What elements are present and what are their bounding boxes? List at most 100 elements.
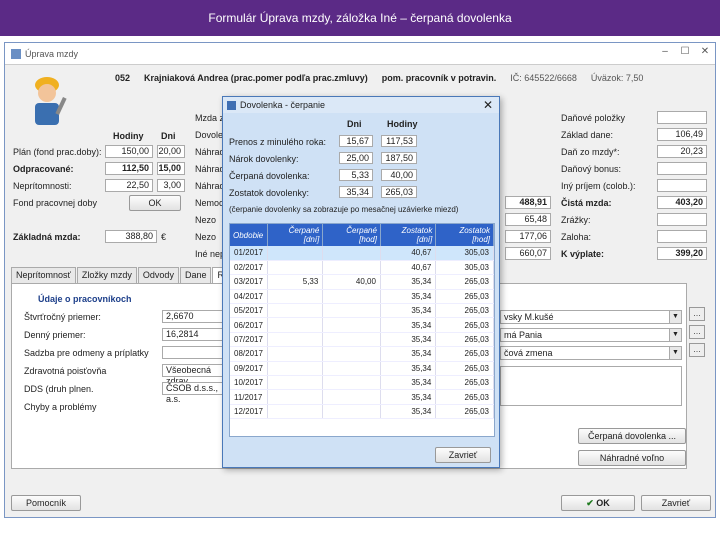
zakladna-value[interactable]: 388,80 xyxy=(105,230,157,243)
dialog-row-dni[interactable]: 5,33 xyxy=(339,169,373,181)
right-value[interactable] xyxy=(657,111,707,124)
middle-label: Nemoc xyxy=(195,198,224,208)
right-value[interactable]: 106,49 xyxy=(657,128,707,141)
notes-area[interactable] xyxy=(500,366,682,406)
middle-value[interactable]: 488,91 xyxy=(505,196,551,209)
table-cell: 12/2017 xyxy=(230,404,268,420)
right-dropdown[interactable]: čová zmena ▼ xyxy=(500,346,682,360)
close-icon[interactable]: ✕ xyxy=(699,46,711,58)
middle-label: Nezo xyxy=(195,232,217,242)
cerpana-dovolenka-button[interactable]: Čerpaná dovolenka ... xyxy=(578,428,686,444)
plan-hours[interactable]: 150,00 xyxy=(105,145,153,158)
grid-header[interactable]: Zostatok [hod] xyxy=(435,224,494,246)
grid-header[interactable]: Zostatok [dní] xyxy=(380,224,437,246)
middle-label: Náhrad xyxy=(195,164,225,174)
more-button[interactable]: … xyxy=(689,325,705,339)
tab-dane[interactable]: Dane xyxy=(179,267,212,283)
right-value[interactable]: 403,20 xyxy=(657,196,707,209)
right-value[interactable]: 20,23 xyxy=(657,145,707,158)
table-row[interactable]: 01/2017 40,67 305,03 xyxy=(230,246,494,261)
more-button[interactable]: … xyxy=(689,307,705,321)
right-value[interactable] xyxy=(657,213,707,226)
table-cell xyxy=(322,361,381,377)
fond-ok-button[interactable]: OK xyxy=(129,195,181,211)
nahradne-volno-button[interactable]: Náhradné voľno xyxy=(578,450,686,466)
stvrtrocny-field[interactable]: 2,6670 xyxy=(162,310,224,323)
dialog-row-dni[interactable]: 25,00 xyxy=(339,152,373,164)
right-value[interactable] xyxy=(657,162,707,175)
right-label: Základ dane: xyxy=(561,130,614,140)
tab-zlozky-mzdy[interactable]: Zložky mzdy xyxy=(76,267,137,283)
table-row[interactable]: 08/2017 35,34 265,03 xyxy=(230,346,494,362)
right-value[interactable] xyxy=(657,179,707,192)
right-dropdown[interactable]: vsky M.kušé ▼ xyxy=(500,310,682,324)
table-row[interactable]: 12/2017 35,34 265,03 xyxy=(230,404,494,420)
dialog-note: (čerpanie dovolenky sa zobrazuje po mesa… xyxy=(229,205,459,214)
ic-label: IČ: xyxy=(510,73,522,83)
right-value[interactable] xyxy=(657,230,707,243)
dni-header: Dni xyxy=(161,131,176,141)
chevron-down-icon: ▼ xyxy=(669,347,681,359)
middle-value[interactable]: 177,06 xyxy=(505,230,551,243)
table-row[interactable]: 04/2017 35,34 265,03 xyxy=(230,289,494,305)
col-hodiny-header: Hodiny xyxy=(387,119,418,129)
right-dropdown[interactable]: má Pania ▼ xyxy=(500,328,682,342)
table-cell: 07/2017 xyxy=(230,332,268,348)
table-row[interactable]: 11/2017 35,34 265,03 xyxy=(230,389,494,405)
dialog-row-hodiny[interactable]: 187,50 xyxy=(381,152,417,164)
dialog-close-button[interactable]: Zavrieť xyxy=(435,447,491,463)
close-button[interactable]: Zavrieť xyxy=(641,495,711,511)
odpracovane-hours[interactable]: 112,50 xyxy=(105,162,153,175)
grid-header[interactable]: Čerpané [dní] xyxy=(267,224,324,246)
currency-label: € xyxy=(161,232,167,242)
nepritomnosti-hours[interactable]: 22,50 xyxy=(105,179,153,192)
dialog-row-hodiny[interactable]: 40,00 xyxy=(381,169,417,181)
dialog-row-dni[interactable]: 15,67 xyxy=(339,135,373,147)
table-row[interactable]: 05/2017 35,34 265,03 xyxy=(230,303,494,319)
maximize-icon[interactable]: ☐ xyxy=(679,46,691,58)
table-cell xyxy=(267,260,324,276)
tab-nepritomnost[interactable]: Neprítomnosť xyxy=(11,267,76,283)
help-button[interactable]: Pomocník xyxy=(11,495,81,511)
grid-header[interactable]: Čerpané [hod] xyxy=(322,224,381,246)
denny-field[interactable]: 16,2814 xyxy=(162,328,224,341)
right-value[interactable]: 399,20 xyxy=(657,247,707,260)
table-cell: 265,03 xyxy=(435,303,494,319)
dds-field[interactable]: ČSOB d.s.s., a.s. xyxy=(162,382,224,404)
zdravotna-field[interactable]: Všeobecná zdrav xyxy=(162,364,224,386)
table-cell: 35,34 xyxy=(380,389,437,405)
worker-avatar-icon xyxy=(35,77,67,125)
minimize-icon[interactable]: – xyxy=(659,46,671,58)
table-cell: 40,67 xyxy=(380,260,437,276)
more-button[interactable]: … xyxy=(689,343,705,357)
sadzba-field[interactable] xyxy=(162,346,224,359)
table-row[interactable]: 07/2017 35,34 265,03 xyxy=(230,332,494,348)
plan-days[interactable]: 20,00 xyxy=(157,145,185,158)
table-row[interactable]: 06/2017 35,34 265,03 xyxy=(230,317,494,333)
table-row[interactable]: 10/2017 35,34 265,03 xyxy=(230,375,494,391)
vacation-grid[interactable]: Obdobie Čerpané [dní] Čerpané [hod] Zost… xyxy=(229,223,495,437)
table-cell: 265,03 xyxy=(435,317,494,333)
table-row[interactable]: 03/2017 5,33 40,00 35,34 265,03 xyxy=(230,274,494,290)
dialog-close-icon[interactable]: ✕ xyxy=(483,98,493,112)
table-cell xyxy=(322,332,381,348)
dialog-row-hodiny[interactable]: 117,53 xyxy=(381,135,417,147)
right-label: K výplate: xyxy=(561,249,605,259)
tab-odvody[interactable]: Odvody xyxy=(137,267,179,283)
dialog-row-hodiny[interactable]: 265,03 xyxy=(381,186,417,198)
vacation-dialog: Dovolenka - čerpanie ✕ Dni Hodiny Prenos… xyxy=(222,96,500,468)
dialog-row-dni[interactable]: 35,34 xyxy=(339,186,373,198)
ok-button[interactable]: ✔ OK xyxy=(561,495,635,511)
window-titlebar: Úprava mzdy – ☐ ✕ xyxy=(5,43,715,65)
table-cell: 35,34 xyxy=(380,404,437,420)
middle-value[interactable]: 65,48 xyxy=(505,213,551,226)
grid-header[interactable]: Obdobie xyxy=(230,224,268,246)
nepritomnosti-days[interactable]: 3,00 xyxy=(157,179,185,192)
table-row[interactable]: 09/2017 35,34 265,03 xyxy=(230,361,494,377)
middle-value[interactable]: 660,07 xyxy=(505,247,551,260)
table-row[interactable]: 02/2017 40,67 305,03 xyxy=(230,260,494,276)
odpracovane-days[interactable]: 15,00 xyxy=(157,162,185,175)
right-label: Čistá mzda: xyxy=(561,198,612,208)
table-cell: 06/2017 xyxy=(230,317,268,333)
table-cell: 08/2017 xyxy=(230,346,268,362)
